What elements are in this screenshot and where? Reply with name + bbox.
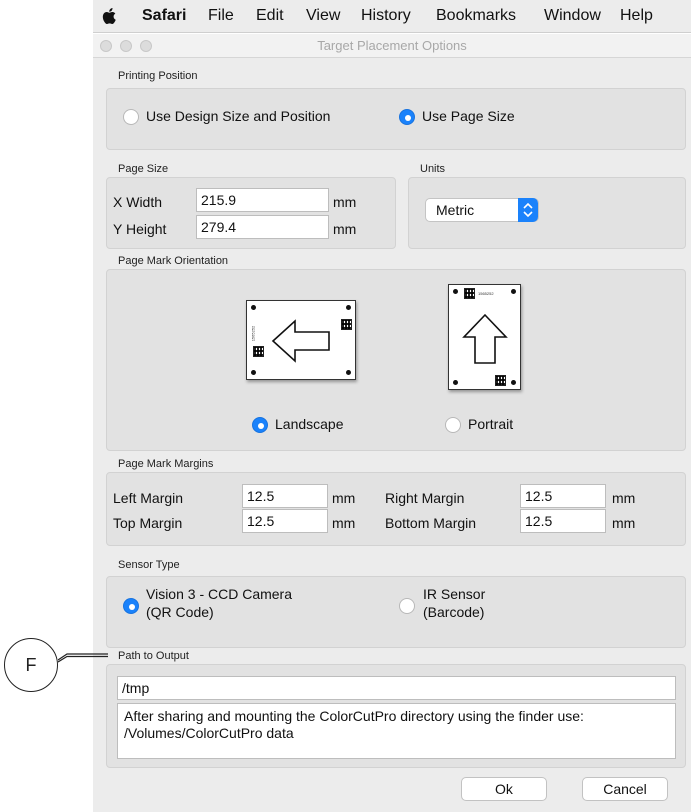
window-title: Target Placement Options — [317, 38, 467, 53]
ir-sensor-radio[interactable] — [399, 598, 415, 614]
orientation-label: Page Mark Orientation — [118, 255, 229, 267]
menu-view[interactable]: View — [306, 7, 340, 25]
sensor-type-panel: Vision 3 - CCD Camera (QR Code) IR Senso… — [106, 576, 686, 648]
landscape-label[interactable]: Landscape — [275, 416, 344, 432]
qr-code-icon — [253, 346, 264, 357]
registration-dot — [453, 289, 458, 294]
landscape-radio[interactable] — [252, 417, 268, 433]
units-select[interactable]: Metric — [425, 198, 539, 222]
dialog-window: Printing Position Use Design Size and Po… — [93, 58, 691, 812]
menu-file[interactable]: File — [208, 7, 234, 25]
card-code-text: 1565252 — [250, 325, 256, 342]
callout-f-marker: F — [4, 638, 58, 692]
top-margin-unit: mm — [332, 515, 356, 531]
apple-logo-icon[interactable] — [101, 6, 119, 26]
margins-panel: Left Margin 12.5 mm Right Margin 12.5 mm… — [106, 472, 686, 546]
output-note-line-2: /Volumes/ColorCutPro data — [124, 725, 294, 741]
printing-position-label: Printing Position — [118, 70, 198, 82]
callout-leader-line — [58, 653, 108, 663]
path-to-output-panel: /tmp After sharing and mounting the Colo… — [106, 664, 686, 768]
bottom-margin-label: Bottom Margin — [385, 515, 477, 531]
ir-sensor-label[interactable]: IR Sensor — [423, 586, 485, 602]
qr-code-icon — [495, 375, 506, 386]
vision-camera-radio[interactable] — [123, 598, 139, 614]
right-margin-label: Right Margin — [385, 490, 465, 506]
output-note-line-1: After sharing and mounting the ColorCutP… — [124, 708, 584, 724]
top-margin-field[interactable]: 12.5 — [242, 509, 328, 533]
x-width-label: X Width — [113, 194, 163, 210]
qr-code-icon — [341, 319, 352, 330]
orientation-panel: 1565252 1565252 Landscape Portrait — [106, 269, 686, 451]
use-page-size-label[interactable]: Use Page Size — [422, 108, 515, 124]
output-path-field[interactable]: /tmp — [117, 676, 676, 700]
path-to-output-label: Path to Output — [118, 650, 189, 662]
use-design-size-radio[interactable] — [123, 109, 139, 125]
landscape-preview-card: 1565252 — [246, 300, 356, 380]
left-margin-unit: mm — [332, 490, 356, 506]
use-page-size-radio[interactable] — [399, 109, 415, 125]
portrait-preview-card: 1565252 — [448, 284, 521, 390]
registration-dot — [251, 370, 256, 375]
portrait-label[interactable]: Portrait — [468, 416, 513, 432]
y-height-label: Y Height — [113, 221, 167, 237]
sensor-type-label: Sensor Type — [118, 559, 180, 571]
left-margin-field[interactable]: 12.5 — [242, 484, 328, 508]
y-height-field[interactable]: 279.4 — [196, 215, 329, 239]
use-design-size-label[interactable]: Use Design Size and Position — [146, 108, 330, 124]
menu-app-name[interactable]: Safari — [142, 7, 186, 25]
units-select-value: Metric — [436, 202, 475, 218]
menu-help[interactable]: Help — [620, 7, 653, 25]
vision-camera-sublabel[interactable]: (QR Code) — [146, 604, 214, 620]
y-height-unit: mm — [333, 221, 357, 237]
menu-history[interactable]: History — [361, 7, 411, 25]
registration-dot — [346, 305, 351, 310]
menu-edit[interactable]: Edit — [256, 7, 284, 25]
menu-window[interactable]: Window — [544, 7, 601, 25]
registration-dot — [511, 289, 516, 294]
cancel-button[interactable]: Cancel — [582, 777, 668, 801]
menu-bookmarks[interactable]: Bookmarks — [436, 7, 516, 25]
left-arrow-icon — [271, 319, 330, 363]
output-note-textarea[interactable]: After sharing and mounting the ColorCutP… — [117, 703, 676, 759]
up-arrow-icon — [462, 313, 508, 364]
units-label: Units — [420, 163, 446, 175]
right-margin-field[interactable]: 12.5 — [520, 484, 606, 508]
ok-button[interactable]: Ok — [461, 777, 547, 801]
registration-dot — [251, 305, 256, 310]
registration-dot — [346, 370, 351, 375]
vision-camera-label[interactable]: Vision 3 - CCD Camera — [146, 586, 292, 602]
portrait-radio[interactable] — [445, 417, 461, 433]
qr-code-icon — [464, 288, 475, 299]
right-margin-unit: mm — [612, 490, 636, 506]
bottom-margin-unit: mm — [612, 515, 636, 531]
x-width-unit: mm — [333, 194, 357, 210]
top-margin-label: Top Margin — [113, 515, 183, 531]
menu-bar: Safari File Edit View History Bookmarks … — [93, 0, 691, 33]
ir-sensor-sublabel[interactable]: (Barcode) — [423, 604, 484, 620]
registration-dot — [453, 380, 458, 385]
bottom-margin-field[interactable]: 12.5 — [520, 509, 606, 533]
margins-label: Page Mark Margins — [118, 458, 214, 470]
window-titlebar: Target Placement Options — [93, 34, 691, 58]
page-size-label: Page Size — [118, 163, 169, 175]
registration-dot — [511, 380, 516, 385]
x-width-field[interactable]: 215.9 — [196, 188, 329, 212]
select-arrows-icon — [518, 198, 538, 222]
card-code-text: 1565252 — [478, 291, 494, 296]
printing-position-panel: Use Design Size and Position Use Page Si… — [106, 88, 686, 150]
left-margin-label: Left Margin — [113, 490, 184, 506]
units-panel: Metric — [408, 177, 686, 249]
page-size-panel: X Width 215.9 mm Y Height 279.4 mm — [106, 177, 396, 249]
